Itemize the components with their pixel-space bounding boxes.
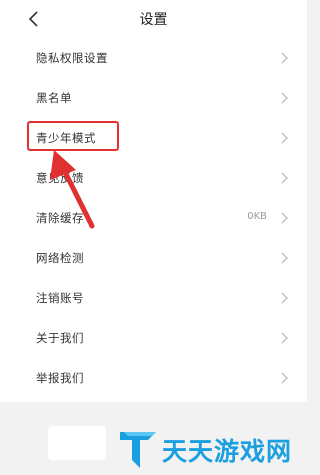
menu-item-label: 意见反馈 (36, 171, 84, 185)
menu-item-label: 黑名单 (36, 91, 72, 105)
menu-item-feedback[interactable]: 意见反馈 (0, 158, 307, 198)
menu-item-clear-cache[interactable]: 清除缓存 0KB (0, 198, 307, 238)
menu-item-blacklist[interactable]: 黑名单 (0, 78, 307, 118)
menu-item-label: 关于我们 (36, 331, 84, 345)
watermark-text: 天天游戏网 (162, 437, 293, 466)
menu-item-delete-account[interactable]: 注销账号 (0, 278, 307, 318)
menu-item-report-us[interactable]: 举报我们 (0, 358, 307, 398)
chevron-right-icon (281, 372, 288, 384)
menu-item-label: 注销账号 (36, 291, 84, 305)
chevron-right-icon (281, 132, 288, 144)
chevron-right-icon (281, 252, 288, 264)
settings-list: 隐私权限设置 黑名单 青少年模式 意见反馈 清除缓存 0KB 网络检测 注销账号… (0, 38, 307, 402)
chevron-right-icon (281, 332, 288, 344)
logo-icon (120, 432, 156, 468)
menu-item-network-check[interactable]: 网络检测 (0, 238, 307, 278)
chevron-right-icon (281, 172, 288, 184)
watermark-logo: 天天游戏网 (118, 428, 303, 470)
bottom-card (48, 426, 106, 460)
menu-item-label: 举报我们 (36, 371, 84, 385)
highlight-box (27, 121, 119, 151)
chevron-right-icon (281, 292, 288, 304)
menu-item-about-us[interactable]: 关于我们 (0, 318, 307, 358)
chevron-right-icon (281, 92, 288, 104)
cache-size-value: 0KB (247, 211, 267, 222)
menu-item-label: 清除缓存 (36, 211, 84, 225)
chevron-right-icon (281, 52, 288, 64)
menu-item-label: 隐私权限设置 (36, 51, 108, 65)
page-title: 设置 (139, 12, 168, 28)
menu-item-label: 网络检测 (36, 251, 84, 265)
chevron-right-icon (281, 212, 288, 224)
header: 设置 (0, 0, 307, 38)
menu-item-privacy[interactable]: 隐私权限设置 (0, 38, 307, 78)
